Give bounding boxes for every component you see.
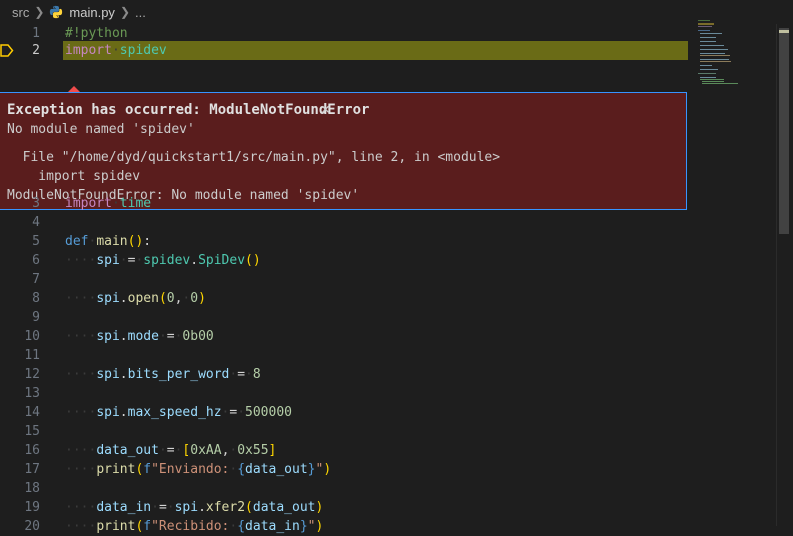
line-number: 11: [24, 348, 40, 363]
code-text: ····print(f"Enviando:·{data_out}"): [65, 462, 332, 477]
code-line[interactable]: 15: [0, 422, 690, 441]
code-line[interactable]: 7: [0, 270, 690, 289]
code-line[interactable]: 4: [0, 213, 690, 232]
line-number: 19: [24, 500, 40, 515]
breadcrumb: src ❯ main.py ❯ ...: [0, 0, 793, 24]
code-text: def·main():: [65, 234, 152, 249]
code-line[interactable]: 16 ····data_out·=·[0xAA,·0x55]: [0, 441, 690, 460]
scrollbar-current-line-marker: [779, 30, 789, 33]
code-text: import·time: [65, 196, 152, 211]
line-number: 18: [24, 481, 40, 496]
code-text: ····spi.mode·=·0b00: [65, 329, 214, 344]
code-text: ····data_out·=·[0xAA,·0x55]: [65, 443, 277, 458]
exception-message: No module named 'spidev': [7, 122, 195, 137]
code-line[interactable]: 17 ····print(f"Enviando:·{data_out}"): [0, 460, 690, 479]
breadcrumb-file[interactable]: main.py: [49, 5, 115, 20]
code-line[interactable]: 10 ····spi.mode·=·0b00: [0, 327, 690, 346]
code-line[interactable]: 9: [0, 308, 690, 327]
breadcrumb-file-label: main.py: [69, 4, 115, 20]
line-number: 14: [24, 405, 40, 420]
vertical-scrollbar[interactable]: [776, 24, 791, 526]
code-text: ····spi.open(0,·0): [65, 291, 206, 306]
line-number: 12: [24, 367, 40, 382]
code-text: ····print(f"Recibido:·{data_in}"): [65, 519, 324, 534]
line-number: 17: [24, 462, 40, 477]
code-line[interactable]: 20 ····print(f"Recibido:·{data_in}"): [0, 517, 690, 536]
line-number: 8: [32, 291, 40, 306]
line-number: 3: [32, 196, 40, 211]
code-line[interactable]: 8 ····spi.open(0,·0): [0, 289, 690, 308]
exception-title: Exception has occurred: ModuleNotFoundEr…: [7, 102, 370, 118]
chevron-right-icon: ❯: [119, 5, 130, 19]
code-line[interactable]: 13: [0, 384, 690, 403]
line-number: 9: [32, 310, 40, 325]
code-line[interactable]: 19 ····data_in·=·spi.xfer2(data_out): [0, 498, 690, 517]
code-line[interactable]: 3 import·time: [0, 194, 690, 213]
code-text: import·spidev: [65, 43, 167, 58]
code-line[interactable]: 12 ····spi.bits_per_word·=·8: [0, 365, 690, 384]
chevron-right-icon: ❯: [34, 5, 45, 19]
line-number: 2: [32, 43, 40, 58]
code-text: ····spi.bits_per_word·=·8: [65, 367, 261, 382]
traceback-file: File "/home/dyd/quickstart1/src/main.py"…: [7, 150, 501, 165]
line-number: 16: [24, 443, 40, 458]
code-line[interactable]: 18: [0, 479, 690, 498]
line-number: 5: [32, 234, 40, 249]
line-number: 10: [24, 329, 40, 344]
code-text: ····data_in·=·spi.xfer2(data_out): [65, 500, 324, 515]
code-line[interactable]: 14 ····spi.max_speed_hz·=·500000: [0, 403, 690, 422]
line-number: 15: [24, 424, 40, 439]
minimap[interactable]: [690, 20, 776, 526]
python-icon: [50, 5, 63, 19]
line-number: 7: [32, 272, 40, 287]
breadcrumb-more[interactable]: ...: [135, 5, 146, 20]
code-line[interactable]: 6 ····spi·=·spidev.SpiDev(): [0, 251, 690, 270]
line-number: 13: [24, 386, 40, 401]
exception-widget: Exception has occurred: ModuleNotFoundEr…: [0, 92, 687, 210]
code-text: ····spi.max_speed_hz·=·500000: [65, 405, 292, 420]
line-number: 20: [24, 519, 40, 534]
line-number: 6: [32, 253, 40, 268]
traceback-code: import spidev: [7, 169, 141, 184]
code-editor[interactable]: 1 #!python 2 import·spidev Exception has…: [0, 24, 776, 534]
close-icon[interactable]: ×: [321, 100, 330, 118]
code-line-active[interactable]: 2 import·spidev: [0, 41, 690, 60]
code-text: ····spi·=·spidev.SpiDev(): [65, 253, 261, 268]
line-number: 4: [32, 215, 40, 230]
scrollbar-thumb[interactable]: [779, 28, 789, 234]
code-line[interactable]: 5 def·main():: [0, 232, 690, 251]
breadcrumb-folder[interactable]: src: [0, 5, 29, 20]
code-line[interactable]: 11: [0, 346, 690, 365]
